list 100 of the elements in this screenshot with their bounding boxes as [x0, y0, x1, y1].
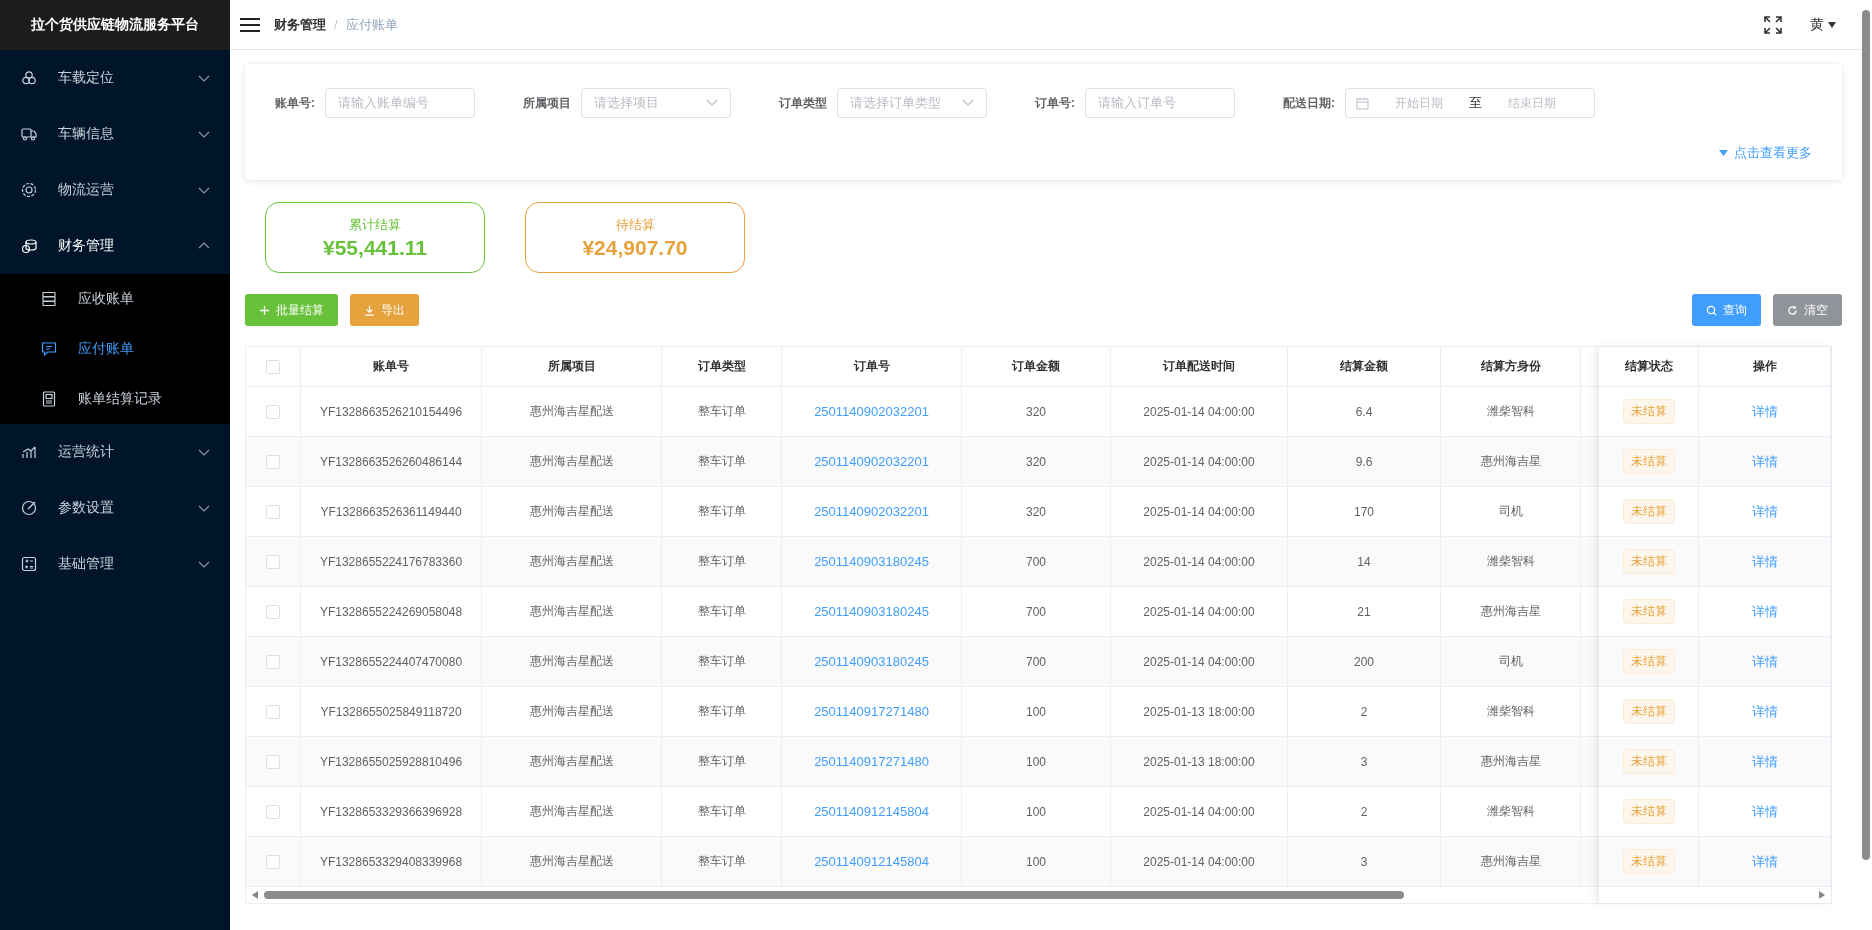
filter-label: 账单号:	[275, 94, 315, 112]
details-link[interactable]: 详情	[1751, 452, 1778, 471]
select-field[interactable]: 请选择项目	[581, 88, 731, 118]
checkbox[interactable]	[266, 654, 280, 669]
table-cell: YF1328655224176783360	[301, 537, 482, 586]
column-header: 操作	[1699, 347, 1831, 386]
chevron-down-icon	[706, 99, 718, 107]
table-cell: YF1328653329366396928	[301, 787, 482, 836]
column-header: 订单类型	[662, 347, 782, 386]
table-cell: 2	[1288, 687, 1441, 736]
submenu-item[interactable]: 应收账单	[0, 274, 230, 324]
clear-button[interactable]: 清空	[1773, 294, 1842, 326]
details-link[interactable]: 详情	[1751, 852, 1778, 871]
filter-label: 订单类型	[779, 94, 827, 112]
table-cell: 整车订单	[662, 387, 782, 436]
scroll-left-icon[interactable]	[252, 891, 258, 899]
checkbox[interactable]	[266, 804, 280, 819]
table-cell: 惠州海吉星配送	[482, 537, 662, 586]
checkbox[interactable]	[266, 554, 280, 569]
table-cell: YF1328655224269058048	[301, 587, 482, 636]
table-cell: YF1328663526361149440	[301, 487, 482, 536]
scrollbar[interactable]	[1862, 10, 1870, 860]
table-cell: 320	[962, 387, 1111, 436]
date-range-field[interactable]: 开始日期 至 结束日期	[1345, 88, 1595, 118]
details-link[interactable]: 详情	[1751, 602, 1778, 621]
sidebar-item[interactable]: 车载定位	[0, 50, 230, 106]
checkbox[interactable]	[266, 454, 280, 469]
table-cell: 惠州海吉星	[1441, 587, 1581, 636]
table-cell: 2025-01-14 04:00:00	[1111, 637, 1288, 686]
table-cell: 200	[1288, 637, 1441, 686]
order-link[interactable]: 2501140912145804	[814, 854, 929, 869]
sidebar-item[interactable]: 参数设置	[0, 480, 230, 536]
text-input-field[interactable]: 请输入订单号	[1085, 88, 1235, 118]
details-link[interactable]: 详情	[1751, 752, 1778, 771]
table-cell: 100	[962, 687, 1111, 736]
table-cell: 2025-01-14 04:00:00	[1111, 587, 1288, 636]
table-cell: 司机	[1441, 637, 1581, 686]
table-cell: 2025-01-14 04:00:00	[1111, 837, 1288, 886]
details-link[interactable]: 详情	[1751, 402, 1778, 421]
order-link[interactable]: 2501140902032201	[814, 454, 929, 469]
scrollbar[interactable]	[264, 891, 1404, 899]
table-cell: 320	[962, 437, 1111, 486]
user-menu[interactable]: 黄	[1810, 15, 1836, 34]
submenu-item[interactable]: 应付账单	[0, 324, 230, 374]
order-link[interactable]: 2501140912145804	[814, 804, 929, 819]
table-cell: YF1328653329408339968	[301, 837, 482, 886]
order-link[interactable]: 2501140903180245	[814, 654, 929, 669]
details-link[interactable]: 详情	[1751, 652, 1778, 671]
show-more-link[interactable]: 点击查看更多	[1719, 144, 1812, 162]
order-link[interactable]: 2501140903180245	[814, 554, 929, 569]
table-cell: 惠州海吉星配送	[482, 387, 662, 436]
table-cell: 惠州海吉星配送	[482, 787, 662, 836]
column-header: 订单配送时间	[1111, 347, 1288, 386]
sidebar-item[interactable]: 运营统计	[0, 424, 230, 480]
table-cell: 2025-01-14 04:00:00	[1111, 437, 1288, 486]
refresh-icon	[1787, 304, 1798, 316]
batch-button[interactable]: 批量结算	[245, 294, 338, 326]
order-link[interactable]: 2501140903180245	[814, 604, 929, 619]
table-cell: 2025-01-13 18:00:00	[1111, 737, 1288, 786]
status-tag: 未结算	[1622, 549, 1675, 574]
checkbox[interactable]	[266, 359, 280, 374]
checkbox[interactable]	[266, 504, 280, 519]
filter-label: 配送日期:	[1283, 94, 1335, 112]
text-input-field[interactable]: 请输入账单编号	[325, 88, 475, 118]
sidebar-item[interactable]: 物流运营	[0, 162, 230, 218]
order-link[interactable]: 2501140917271480	[814, 754, 929, 769]
table-cell: 整车订单	[662, 537, 782, 586]
table-cell: 3	[1288, 837, 1441, 886]
column-header: 结算状态	[1599, 347, 1699, 386]
sidebar-item[interactable]: 基础管理	[0, 536, 230, 592]
table-cell: 整车订单	[662, 437, 782, 486]
table-cell: 100	[962, 787, 1111, 836]
scroll-right-icon[interactable]	[1819, 891, 1825, 899]
export-button[interactable]: 导出	[350, 294, 419, 326]
select-field[interactable]: 请选择订单类型	[837, 88, 987, 118]
order-link[interactable]: 2501140902032201	[814, 504, 929, 519]
submenu-item[interactable]: 账单结算记录	[0, 374, 230, 424]
sidebar-item[interactable]: 财务管理	[0, 218, 230, 274]
breadcrumb-link[interactable]: 财务管理	[274, 15, 326, 34]
table-cell: 14	[1288, 537, 1441, 586]
table-cell: 惠州海吉星配送	[482, 437, 662, 486]
order-link[interactable]: 2501140902032201	[814, 404, 929, 419]
order-link[interactable]: 2501140917271480	[814, 704, 929, 719]
details-link[interactable]: 详情	[1751, 702, 1778, 721]
checkbox[interactable]	[266, 854, 280, 869]
checkbox[interactable]	[266, 404, 280, 419]
search-icon	[1706, 304, 1717, 316]
table-cell: 整车订单	[662, 487, 782, 536]
menu-icon	[20, 181, 38, 199]
details-link[interactable]: 详情	[1751, 502, 1778, 521]
query-button[interactable]: 查询	[1692, 294, 1761, 326]
checkbox[interactable]	[266, 704, 280, 719]
sidebar-item[interactable]: 车辆信息	[0, 106, 230, 162]
menu-icon	[20, 555, 38, 573]
menu-icon[interactable]	[240, 16, 260, 33]
details-link[interactable]: 详情	[1751, 552, 1778, 571]
checkbox[interactable]	[266, 754, 280, 769]
fullscreen-icon[interactable]	[1764, 15, 1782, 34]
details-link[interactable]: 详情	[1751, 802, 1778, 821]
checkbox[interactable]	[266, 604, 280, 619]
